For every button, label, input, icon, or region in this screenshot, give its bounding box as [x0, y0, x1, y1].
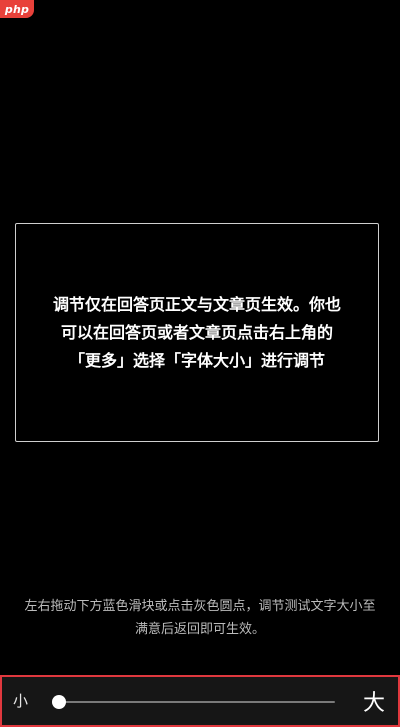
small-size-label: 小	[13, 692, 29, 710]
font-size-control-bar: 小 大	[0, 675, 400, 727]
font-preview-text: 调节仅在回答页正文与文章页生效。你也可以在回答页或者文章页点击右上角的「更多」选…	[52, 294, 341, 370]
font-size-hint-text: 左右拖动下方蓝色滑块或点击灰色圆点，调节测试文字大小至满意后返回即可生效。	[24, 599, 376, 637]
font-size-slider-track[interactable]	[58, 701, 335, 703]
font-size-slider-thumb[interactable]	[52, 695, 66, 709]
font-preview-box: 调节仅在回答页正文与文章页生效。你也可以在回答页或者文章页点击右上角的「更多」选…	[15, 223, 379, 442]
php-watermark-logo: php	[0, 0, 34, 18]
large-size-label: 大	[362, 691, 385, 716]
php-watermark-text: php	[4, 2, 30, 16]
